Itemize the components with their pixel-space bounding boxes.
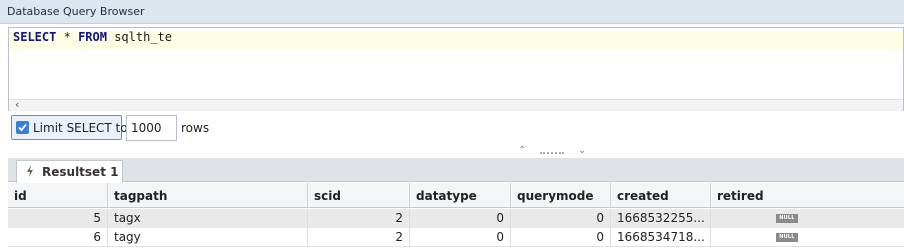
sql-keyword-select: SELECT <box>13 30 57 44</box>
table-row[interactable]: 6 tagy 2 0 0 1668534718... NULL <box>8 228 904 247</box>
limit-select-label: Limit SELECT to: <box>33 121 132 135</box>
cell-id[interactable]: 5 <box>8 209 108 228</box>
cell-querymode[interactable]: 0 <box>511 209 611 228</box>
cell-scid[interactable]: 2 <box>308 228 410 247</box>
tab-resultset-1[interactable]: Resultset 1 <box>16 160 123 183</box>
column-header-retired[interactable]: retired <box>711 183 904 208</box>
cell-created[interactable]: 1668532255... <box>611 209 711 228</box>
checkbox-checked-icon[interactable] <box>16 121 29 134</box>
sql-star: * <box>63 30 71 44</box>
splitter-grip[interactable] <box>540 152 564 154</box>
column-header-scid[interactable]: scid <box>308 183 410 208</box>
column-header-querymode[interactable]: querymode <box>511 183 611 208</box>
limit-rows-input[interactable] <box>126 115 177 141</box>
cell-id[interactable]: 6 <box>8 228 108 247</box>
chevron-down-icon[interactable]: ⌄ <box>578 145 586 156</box>
tab-label: Resultset 1 <box>42 165 119 179</box>
cell-querymode[interactable]: 0 <box>511 228 611 247</box>
null-badge: NULL <box>776 233 798 242</box>
results-panel: Resultset 1 id tagpath scid datatype que… <box>8 158 904 250</box>
sql-keyword-from: FROM <box>78 30 107 44</box>
window-title: Database Query Browser <box>7 5 145 18</box>
sql-query-text[interactable]: SELECT * FROM sqlth_te <box>13 30 172 44</box>
sql-table-name: sqlth_te <box>114 30 172 44</box>
limit-select-checkbox[interactable]: Limit SELECT to: <box>11 115 132 140</box>
cell-retired[interactable]: NULL <box>711 209 904 228</box>
chevron-up-icon[interactable]: ⌃ <box>518 145 526 156</box>
cell-retired[interactable]: NULL <box>711 228 904 247</box>
cell-created[interactable]: 1668534718... <box>611 228 711 247</box>
table-row[interactable]: 5 tagx 2 0 0 1668532255... NULL <box>8 209 904 228</box>
column-header-created[interactable]: created <box>611 183 711 208</box>
cell-tagpath[interactable]: tagx <box>108 209 308 228</box>
scroll-left-icon[interactable]: ‹ <box>15 98 19 111</box>
cell-scid[interactable]: 2 <box>308 209 410 228</box>
results-tabstrip: Resultset 1 <box>8 158 904 183</box>
column-header-datatype[interactable]: datatype <box>410 183 511 208</box>
sql-editor[interactable]: SELECT * FROM sqlth_te ‹ <box>8 27 904 111</box>
editor-horizontal-scrollbar[interactable]: ‹ <box>9 98 903 111</box>
cell-datatype[interactable]: 0 <box>410 209 511 228</box>
column-header-tagpath[interactable]: tagpath <box>108 183 308 208</box>
cell-tagpath[interactable]: tagy <box>108 228 308 247</box>
rows-label: rows <box>181 121 210 135</box>
window-title-bar: Database Query Browser <box>0 0 904 24</box>
column-header-id[interactable]: id <box>8 183 108 208</box>
pane-splitter[interactable]: ⌃ ⌄ <box>516 145 592 158</box>
cell-datatype[interactable]: 0 <box>410 228 511 247</box>
lightning-icon <box>26 165 34 180</box>
null-badge: NULL <box>776 214 798 223</box>
